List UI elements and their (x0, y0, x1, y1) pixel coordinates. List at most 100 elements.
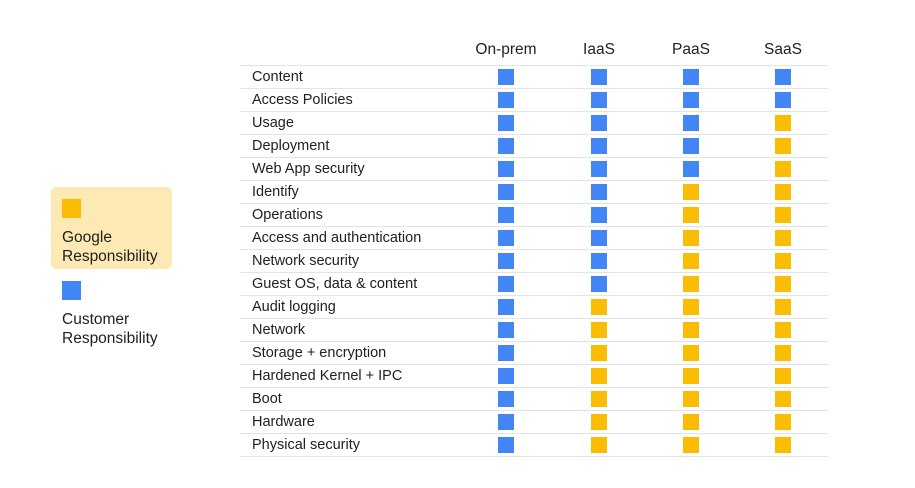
google-responsibility-square (683, 391, 699, 407)
row-label: Hardened Kernel + IPC (252, 368, 403, 384)
table-row: Guest OS, data & content (240, 273, 828, 296)
column-header: On-prem (475, 41, 537, 58)
customer-responsibility-square (591, 207, 607, 223)
google-responsibility-square (683, 322, 699, 338)
customer-responsibility-square (683, 115, 699, 131)
table-header: On-prem IaaS PaaS SaaS (240, 40, 828, 65)
customer-responsibility-square (498, 138, 514, 154)
customer-responsibility-square (498, 161, 514, 177)
responsibility-diagram: Google Responsibility Customer Responsib… (0, 0, 915, 488)
google-responsibility-square (775, 138, 791, 154)
table-row: Usage (240, 112, 828, 135)
google-responsibility-square (775, 368, 791, 384)
customer-responsibility-square (683, 69, 699, 85)
column-header: IaaS (583, 41, 615, 58)
google-responsibility-square (591, 345, 607, 361)
table-row: Access Policies (240, 89, 828, 112)
customer-responsibility-square (498, 92, 514, 108)
customer-responsibility-square (683, 92, 699, 108)
google-responsibility-square (775, 414, 791, 430)
google-responsibility-square (683, 184, 699, 200)
google-responsibility-square (683, 276, 699, 292)
google-responsibility-square (775, 115, 791, 131)
row-label: Storage + encryption (252, 345, 387, 361)
google-responsibility-square (591, 414, 607, 430)
row-label: Access and authentication (252, 230, 422, 246)
table-row: Network security (240, 250, 828, 273)
customer-responsibility-square (498, 184, 514, 200)
customer-responsibility-square (498, 253, 514, 269)
google-responsibility-square (591, 299, 607, 315)
table-row: Audit logging (240, 296, 828, 319)
customer-responsibility-square (498, 299, 514, 315)
google-responsibility-square (775, 345, 791, 361)
row-label: Boot (252, 391, 282, 407)
table-row: Network (240, 319, 828, 342)
google-responsibility-square (591, 437, 607, 453)
google-responsibility-square (775, 299, 791, 315)
customer-responsibility-square (591, 161, 607, 177)
google-responsibility-square (775, 253, 791, 269)
customer-responsibility-square (498, 276, 514, 292)
row-label: Hardware (252, 414, 315, 430)
customer-responsibility-square (498, 345, 514, 361)
google-responsibility-square (775, 322, 791, 338)
google-responsibility-square (775, 276, 791, 292)
table-row: Access and authentication (240, 227, 828, 250)
legend-customer-label: Customer Responsibility (62, 311, 158, 347)
google-responsibility-square (683, 437, 699, 453)
google-responsibility-square (683, 230, 699, 246)
table-row: Boot (240, 388, 828, 411)
google-responsibility-square (683, 345, 699, 361)
table-row: Content (240, 66, 828, 89)
google-responsibility-square (775, 207, 791, 223)
row-label: Usage (252, 115, 294, 131)
table-row: Hardened Kernel + IPC (240, 365, 828, 388)
customer-responsibility-square (775, 69, 791, 85)
google-responsibility-square (683, 368, 699, 384)
customer-responsibility-square (498, 207, 514, 223)
google-responsibility-square (683, 207, 699, 223)
customer-responsibility-square (498, 322, 514, 338)
legend-customer-swatch (62, 281, 81, 300)
customer-responsibility-square (683, 161, 699, 177)
legend-google-swatch (62, 199, 81, 218)
google-responsibility-square (683, 299, 699, 315)
row-label: Content (252, 69, 303, 85)
customer-responsibility-square (591, 115, 607, 131)
customer-responsibility-square (498, 115, 514, 131)
row-label: Access Policies (252, 92, 353, 108)
legend-google-label: Google Responsibility (62, 229, 158, 265)
row-label: Audit logging (252, 299, 336, 315)
google-responsibility-square (775, 161, 791, 177)
table-row: Storage + encryption (240, 342, 828, 365)
table-row: Identify (240, 181, 828, 204)
customer-responsibility-square (683, 138, 699, 154)
row-label: Web App security (252, 161, 365, 177)
customer-responsibility-square (591, 184, 607, 200)
column-header: SaaS (764, 41, 802, 58)
customer-responsibility-square (498, 368, 514, 384)
google-responsibility-square (775, 437, 791, 453)
google-responsibility-square (683, 253, 699, 269)
column-header: PaaS (672, 41, 710, 58)
customer-responsibility-square (591, 230, 607, 246)
customer-responsibility-square (591, 138, 607, 154)
google-responsibility-square (683, 414, 699, 430)
row-label: Physical security (252, 437, 360, 453)
customer-responsibility-square (591, 276, 607, 292)
customer-responsibility-square (498, 69, 514, 85)
row-label: Guest OS, data & content (252, 276, 418, 292)
google-responsibility-square (775, 391, 791, 407)
table-row: Hardware (240, 411, 828, 434)
google-responsibility-square (775, 184, 791, 200)
google-responsibility-square (775, 230, 791, 246)
customer-responsibility-square (591, 69, 607, 85)
google-responsibility-square (591, 391, 607, 407)
row-label: Network (252, 322, 306, 338)
google-responsibility-square (591, 368, 607, 384)
table-row: Web App security (240, 158, 828, 181)
customer-responsibility-square (591, 253, 607, 269)
row-label: Deployment (252, 138, 330, 154)
customer-responsibility-square (498, 437, 514, 453)
